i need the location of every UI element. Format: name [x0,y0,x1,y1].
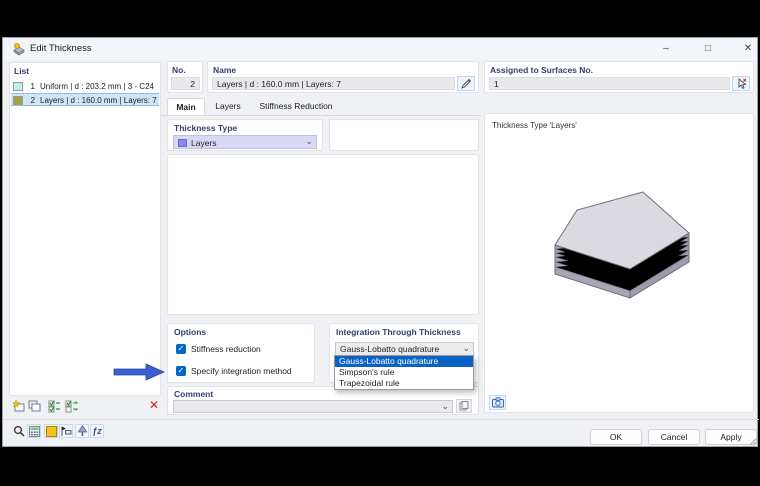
select-all-icon[interactable] [48,399,62,413]
note-icon [459,401,469,411]
preview-title: Thickness Type 'Layers' [492,121,577,130]
dropdown-option-trapezoidal[interactable]: Trapezoidal rule [335,378,473,389]
stiffness-reduction-checkbox[interactable]: ✓ [176,343,186,354]
function-icon[interactable]: ƒz [90,424,104,438]
edit-name-button[interactable] [457,76,475,91]
app-icon [13,43,25,56]
save-image-button[interactable] [489,395,506,410]
specify-integration-row: ✓ Specify integration method [176,365,292,376]
display-properties-icon[interactable] [59,424,73,438]
list-item-label: Layers | d : 160.0 mm | Layers: 7 [40,96,157,105]
edit-icon [460,78,471,89]
comment-combobox[interactable]: ⌄ [173,400,453,413]
cancel-button[interactable]: Cancel [648,429,700,445]
type-color-swatch [178,138,187,147]
resize-grip[interactable] [749,438,757,446]
thickness-type-value: Layers [191,137,217,148]
delete-icon[interactable]: ✕ [147,398,161,412]
thickness-color-swatch [13,96,23,105]
tab-underline [161,115,481,116]
new-thickness-icon[interactable] [12,399,26,413]
name-group: Name Layers | d : 160.0 mm | Layers: 7 [207,61,479,93]
camera-icon [491,397,504,408]
options-label: Options [174,327,207,337]
stiffness-reduction-label: Stiffness reduction [191,343,261,354]
tree-icon[interactable] [75,424,89,438]
footer-separator [3,419,759,420]
close-button[interactable]: ✕ [737,40,759,58]
titlebar[interactable]: Edit Thickness – □ ✕ [3,38,757,60]
specify-integration-label: Specify integration method [191,365,292,376]
list-item-label: Uniform | d : 203.2 mm | 3 - C24 [40,82,154,91]
tab-main[interactable]: Main [167,98,205,115]
copy-thickness-icon[interactable] [27,399,41,413]
integration-value: Gauss-Lobatto quadrature [340,344,440,354]
tab-layers[interactable]: Layers [207,98,249,115]
list-item-number: 1 [30,82,35,91]
dropdown-option-simpsons[interactable]: Simpson's rule [335,367,473,378]
name-input[interactable]: Layers | d : 160.0 mm | Layers: 7 [212,77,455,90]
list-item-selected[interactable]: 2 Layers | d : 160.0 mm | Layers: 7 [11,93,159,106]
chevron-down-icon: ⌄ [441,401,449,411]
ok-button[interactable]: OK [590,429,642,445]
list-panel: List 1 Uniform | d : 203.2 mm | 3 - C24 … [9,62,161,396]
comment-group: Comment ⌄ [167,386,479,415]
minimize-button[interactable]: – [655,40,677,58]
thickness-color-swatch [13,82,23,91]
new-comment-button[interactable] [456,399,472,413]
chevron-down-icon: ⌄ [462,343,470,353]
dropdown-option-gauss-lobatto[interactable]: Gauss-Lobatto quadrature [335,356,473,367]
color-swatch-icon[interactable] [44,424,58,438]
thickness-type-group: Thickness Type Layers ⌄ [167,119,323,151]
list-item[interactable]: 1 Uniform | d : 203.2 mm | 3 - C24 [11,80,159,93]
details-box-empty [167,154,479,315]
no-field: 2 [171,77,200,90]
magnifier-icon[interactable] [12,424,26,438]
integration-label: Integration Through Thickness [336,327,461,337]
chevron-down-icon: ⌄ [305,136,313,146]
calculator-icon[interactable] [27,424,41,438]
comment-label: Comment [174,389,214,399]
pick-cursor-icon [738,77,747,89]
stiffness-reduction-row: ✓ Stiffness reduction [176,343,261,354]
select-surfaces-button[interactable] [732,76,750,91]
integration-combobox[interactable]: Gauss-Lobatto quadrature ⌄ [335,342,474,356]
no-group: No. 2 [167,61,203,93]
thickness-type-label: Thickness Type [174,123,238,133]
specify-integration-checkbox[interactable]: ✓ [176,365,186,376]
assigned-label: Assigned to Surfaces No. [490,65,593,75]
annotation-arrow [113,363,165,381]
invert-selection-icon[interactable] [65,399,79,413]
list-label: List [14,66,30,76]
no-label: No. [172,65,186,75]
assigned-group: Assigned to Surfaces No. 1 [484,61,754,93]
layers-preview-image [554,191,690,299]
name-label: Name [213,65,237,75]
options-group: Options ✓ Stiffness reduction ✓ Specify in… [167,323,315,383]
window-title: Edit Thickness [30,43,92,54]
maximize-button[interactable]: □ [697,40,719,58]
parameter-box-empty [329,119,479,151]
assigned-input[interactable]: 1 [489,77,730,90]
thickness-type-select[interactable]: Layers ⌄ [173,135,317,149]
tab-stiffness-reduction[interactable]: Stiffness Reduction [251,98,341,115]
list-item-number: 2 [30,96,35,105]
integration-dropdown-list: Gauss-Lobatto quadrature Simpson's rule … [334,355,474,390]
edit-thickness-dialog: Edit Thickness – □ ✕ List 1 Uniform | d … [2,37,759,447]
screenshot-stage: Edit Thickness – □ ✕ List 1 Uniform | d … [0,0,760,486]
preview-panel: Thickness Type 'Layers' [484,113,754,413]
